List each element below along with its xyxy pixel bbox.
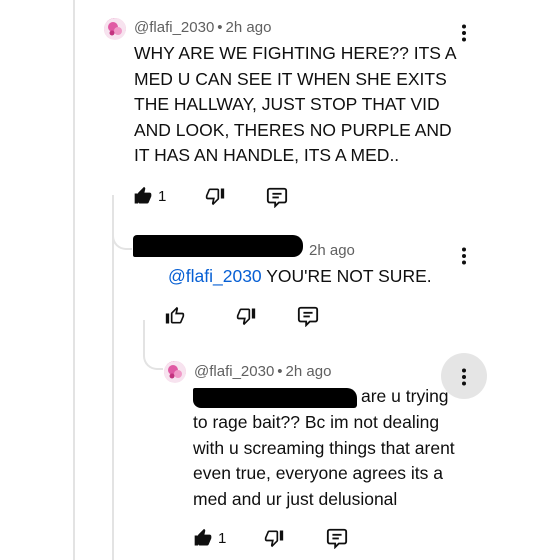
- thumb-up-icon: [165, 306, 185, 324]
- dislike-button[interactable]: [205, 186, 225, 206]
- thumb-down-icon: [205, 188, 225, 206]
- more-vert-icon: [462, 247, 466, 265]
- reply-button[interactable]: [266, 186, 288, 208]
- thumb-down-icon: [264, 530, 284, 548]
- thumb-up-filled-icon: [194, 528, 212, 546]
- author-handle[interactable]: @flafi_2030: [194, 363, 274, 380]
- comment-text: @flafi_2030 YOU'RE NOT SURE.: [168, 264, 458, 290]
- mention-link[interactable]: @flafi_2030: [168, 266, 262, 286]
- redacted-username: [133, 235, 303, 257]
- thread-line-main: [73, 0, 75, 560]
- reply-text: YOU'RE NOT SURE.: [261, 266, 432, 286]
- thumb-down-icon: [236, 308, 256, 326]
- dislike-button[interactable]: [264, 528, 284, 548]
- more-vert-icon: [462, 368, 466, 386]
- thread-branch-reply2: [143, 340, 163, 370]
- like-count: 1: [218, 529, 227, 547]
- thread-line-reply2: [143, 320, 145, 342]
- comment-reply-icon: [266, 187, 288, 208]
- comment-meta: @flafi_2030 • 2h ago: [194, 363, 332, 380]
- like-button[interactable]: 1: [193, 528, 226, 548]
- author-handle[interactable]: @flafi_2030: [134, 19, 214, 36]
- like-button[interactable]: 1: [133, 186, 166, 206]
- like-count: 1: [158, 187, 167, 205]
- reply-button[interactable]: [326, 527, 348, 549]
- more-vert-icon: [462, 24, 466, 42]
- avatar[interactable]: [104, 18, 126, 40]
- thread-branch-reply1: [112, 226, 132, 250]
- thumb-up-filled-icon: [134, 186, 152, 204]
- avatar[interactable]: [164, 361, 186, 383]
- redacted-mention: [193, 388, 357, 408]
- comment-text-first-line: are u trying: [361, 386, 449, 406]
- reply-button[interactable]: [297, 305, 319, 327]
- comment-text: WHY ARE WE FIGHTING HERE?? ITS A MED U C…: [134, 43, 456, 165]
- timestamp: 2h ago: [225, 19, 272, 36]
- comment-reply-icon: [326, 528, 348, 549]
- timestamp: 2h ago: [309, 242, 355, 259]
- thread-line-reply: [112, 195, 114, 560]
- like-button[interactable]: [165, 306, 185, 326]
- comment-meta: @flafi_2030 • 2h ago: [134, 19, 272, 36]
- dislike-button[interactable]: [236, 306, 256, 326]
- comment-reply-icon: [297, 306, 319, 327]
- timestamp: 2h ago: [285, 363, 332, 380]
- comment-meta: 2h ago: [309, 242, 355, 259]
- comment-text: to rage bait?? Bc im not dealing with u …: [193, 412, 455, 509]
